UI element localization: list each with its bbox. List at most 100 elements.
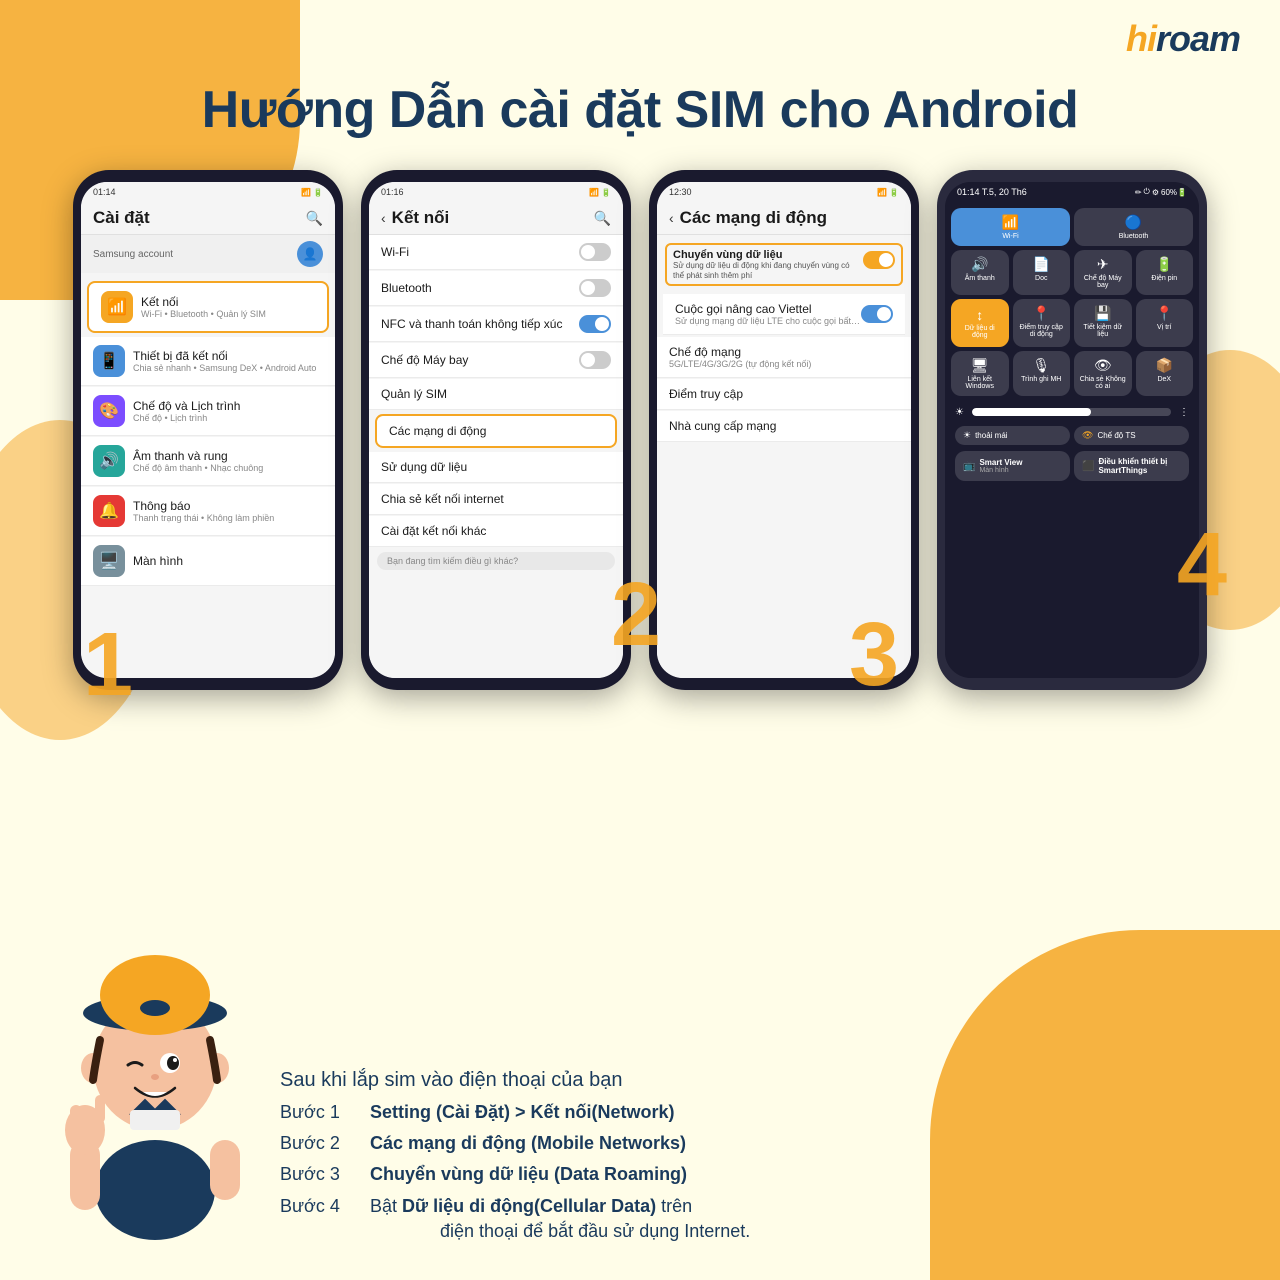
logo-roam: roam <box>1156 18 1240 59</box>
phone-4-tile-recorder[interactable]: 🎙 Trình ghi MH <box>1013 351 1071 396</box>
phone-2-item-mobile-networks[interactable]: Các mạng di động <box>375 414 617 448</box>
phone-2-status-bar: 01:16 📶🔋 <box>369 182 623 202</box>
phone-1-item-sound[interactable]: 🔊 Âm thanh và rung Chế độ âm thanh • Nhạ… <box>81 437 335 486</box>
phone-4-tile-hotspot[interactable]: 📍 Điểm truy cập di động <box>1013 299 1071 347</box>
phone-1-icon-mode: 🎨 <box>93 395 125 427</box>
phone-4-eye-mode[interactable]: 👁 Chế độ TS <box>1074 426 1189 445</box>
phone-1-status-bar: 01:14 📶🔋 <box>81 182 335 202</box>
phone-4-tile-sound[interactable]: 🔊 Âm thanh <box>951 250 1009 295</box>
phone-4-tile-datasaver[interactable]: 💾 Tiết kiệm dữ liệu <box>1074 299 1132 347</box>
phone-4-qs-top-row: 📶 Wi-Fi 🔵 Bluetooth <box>951 208 1193 246</box>
phone-4-tile-dex[interactable]: 📦 DeX <box>1136 351 1194 396</box>
phone-3-item-operator[interactable]: Nhà cung cấp mạng <box>657 411 911 442</box>
phone-1-item-devices[interactable]: 📱 Thiết bị đã kết nối Chia sẻ nhanh • Sa… <box>81 337 335 386</box>
phone-1-icon-devices: 📱 <box>93 345 125 377</box>
page-title: Hướng Dẫn cài đặt SIM cho Android <box>0 80 1280 140</box>
phone-3-toggle-roaming[interactable] <box>863 251 895 269</box>
instruction-step-3: Bước 3 Chuyển vùng dữ liệu (Data Roaming… <box>280 1162 1220 1187</box>
phone-4-smartview[interactable]: 📺 Smart View Màn hình <box>955 451 1070 481</box>
phone-1-screen: 01:14 📶🔋 Cài đặt 🔍 Samsung account 👤 <box>81 182 335 678</box>
phone-3-toggle-calls[interactable] <box>861 305 893 323</box>
phone-3-item-calls[interactable]: Cuộc gọi nâng cao Viettel Sử dụng mạng d… <box>663 294 905 335</box>
phone-4-mode-auto[interactable]: ☀ thoải mái <box>955 426 1070 445</box>
phone-4-tile-wifi[interactable]: 📶 Wi-Fi <box>951 208 1070 246</box>
phone-1-icon-notifications: 🔔 <box>93 495 125 527</box>
phone-4-tile-share[interactable]: 👁 Chia sẻ Không có ai <box>1074 351 1132 396</box>
instruction-step-1-desc: Setting (Cài Đặt) > Kết nối(Network) <box>370 1100 675 1125</box>
phone-4-status-icons: ✏⏻⚙60%🔋 <box>1135 187 1187 197</box>
phone-3-item-apn[interactable]: Điểm truy cập <box>657 379 911 410</box>
phone-2-item-data-usage[interactable]: Sử dụng dữ liệu <box>369 452 623 483</box>
phone-2-toggle-nfc[interactable] <box>579 315 611 333</box>
instruction-step-1: Bước 1 Setting (Cài Đặt) > Kết nối(Netwo… <box>280 1100 1220 1125</box>
phone-2-item-wifi[interactable]: Wi-Fi <box>369 235 623 270</box>
phone-2-item-hotspot[interactable]: Chia sẻ kết nối internet <box>369 484 623 515</box>
step-4-number: 4 <box>1177 520 1227 610</box>
phone-4-brightness-row: ☀ ⋮ <box>951 400 1193 424</box>
phone-2-toggle-airplane[interactable] <box>579 351 611 369</box>
instruction-step-3-desc: Chuyển vùng dữ liệu (Data Roaming) <box>370 1162 687 1187</box>
phone-1-time: 01:14 <box>93 187 116 197</box>
phone-4-screen: 01:14 T.5, 20 Th6 ✏⏻⚙60%🔋 📶 Wi-Fi 🔵 <box>945 182 1199 678</box>
phone-4-smartthings-label: Điều khiển thiết bị SmartThings <box>1098 457 1181 475</box>
phone-2-toggle-bluetooth[interactable] <box>579 279 611 297</box>
phone-4-brightness-icon: ☀ <box>955 407 964 418</box>
phone-4-bottom-tiles: 📺 Smart View Màn hình ⬛ Điều khiển thiết… <box>951 447 1193 485</box>
phone-4-qs-grid-row3: ↕ Dữ liệu di động 📍 Điểm truy cập di độn… <box>951 299 1193 347</box>
phone-4-tile-windows[interactable]: 🖥 Liên kết Windows <box>951 351 1009 396</box>
phone-2-item-nfc[interactable]: NFC và thanh toán không tiếp xúc <box>369 307 623 342</box>
phone-2-item-sim[interactable]: Quản lý SIM <box>369 379 623 410</box>
phone-4-tile-bluetooth[interactable]: 🔵 Bluetooth <box>1074 208 1193 246</box>
phone-1-item-notifications[interactable]: 🔔 Thông báo Thanh trạng thái • Không làm… <box>81 487 335 536</box>
phone-1-header-title: Cài đặt <box>93 208 306 228</box>
phone-4-smartthings[interactable]: ⬛ Điều khiển thiết bị SmartThings <box>1074 451 1189 481</box>
phone-3-header: ‹ Các mạng di động <box>657 202 911 235</box>
phone-1-icon-sound: 🔊 <box>93 445 125 477</box>
phone-2-toggle-wifi[interactable] <box>579 243 611 261</box>
phone-2-frame: 01:16 📶🔋 ‹ Kết nối 🔍 Wi-Fi <box>361 170 631 690</box>
phone-3-screen: 12:30 📶🔋 ‹ Các mạng di động Chuyển vùng … <box>657 182 911 678</box>
phone-1-search-icon: 🔍 <box>306 210 323 227</box>
phone-3-roaming-title: Chuyển vùng dữ liệu <box>673 249 855 261</box>
phone-2-search-container: Bạn đang tìm kiếm điều gì khác? <box>369 548 623 574</box>
phone-2-search-icon: 🔍 <box>594 210 611 227</box>
phone-1-item-display[interactable]: 🖥️ Màn hình <box>81 537 335 586</box>
phone-3-data-roaming-box[interactable]: Chuyển vùng dữ liệu Sử dụng dữ liệu di đ… <box>665 243 903 286</box>
phone-2-wrapper: 01:16 📶🔋 ‹ Kết nối 🔍 Wi-Fi <box>361 170 631 690</box>
phone-1-item-mode[interactable]: 🎨 Chế độ và Lịch trình Chế độ • Lịch trì… <box>81 387 335 436</box>
phone-4-mode-row: ☀ thoải mái 👁 Chế độ TS <box>951 424 1193 447</box>
phone-2-settings-list: Wi-Fi Bluetooth NFC và thanh <box>369 235 623 678</box>
phone-1-text-sound: Âm thanh và rung Chế độ âm thanh • Nhạc … <box>133 449 323 473</box>
instruction-step-4-label: Bước 4 <box>280 1196 370 1217</box>
phone-4-tile-doc[interactable]: 📄 Doc <box>1013 250 1071 295</box>
phone-2-header-title: Kết nối <box>392 208 594 228</box>
phone-1-samsung-row: Samsung account 👤 <box>81 235 335 273</box>
phone-3-item-network-mode[interactable]: Chế độ mạng 5G/LTE/4G/3G/2G (tự động kết… <box>657 337 911 378</box>
phone-2-item-bluetooth[interactable]: Bluetooth <box>369 271 623 306</box>
logo-hi: hi <box>1126 18 1156 59</box>
phone-2-search-bar[interactable]: Bạn đang tìm kiếm điều gì khác? <box>377 552 615 570</box>
phone-3-back-arrow[interactable]: ‹ <box>669 210 674 226</box>
phone-2-header: ‹ Kết nối 🔍 <box>369 202 623 235</box>
brand-logo: hiroam <box>1126 18 1240 60</box>
phone-1-item-ketnoi[interactable]: 📶 Kết nối Wi-Fi • Bluetooth • Quản lý SI… <box>87 281 329 333</box>
phone-1-icon-ketnoi: 📶 <box>101 291 133 323</box>
instructions-section: Sau khi lắp sim vào điện thoại của bạn B… <box>280 1069 1220 1250</box>
phone-2-back-arrow[interactable]: ‹ <box>381 210 386 226</box>
instruction-step-3-label: Bước 3 <box>280 1164 370 1185</box>
phone-1-header: Cài đặt 🔍 <box>81 202 335 235</box>
step-1-number: 1 <box>83 620 133 710</box>
phone-4-tile-location[interactable]: 📍 Vị trí <box>1136 299 1194 347</box>
phone-4-tile-airplane[interactable]: ✈ Chế độ Máy bay <box>1074 250 1132 295</box>
phone-2-screen: 01:16 📶🔋 ‹ Kết nối 🔍 Wi-Fi <box>369 182 623 678</box>
phone-4-brightness-bar[interactable] <box>972 408 1171 416</box>
phone-4-sun-icon: ☀ <box>963 430 971 441</box>
phone-4-more-icon[interactable]: ⋮ <box>1179 407 1189 418</box>
phone-4-tile-mobile-data[interactable]: ↕ Dữ liệu di động <box>951 299 1009 347</box>
phones-container: 01:14 📶🔋 Cài đặt 🔍 Samsung account 👤 <box>60 170 1220 690</box>
phone-2-item-airplane[interactable]: Chế độ Máy bay <box>369 343 623 378</box>
phone-2-item-more[interactable]: Cài đặt kết nối khác <box>369 516 623 547</box>
phone-4-quick-settings: 📶 Wi-Fi 🔵 Bluetooth 🔊 Âm thanh <box>945 202 1199 678</box>
phone-4-tile-battery[interactable]: 🔋 Điện pin <box>1136 250 1194 295</box>
step-3-number: 3 <box>849 610 899 700</box>
